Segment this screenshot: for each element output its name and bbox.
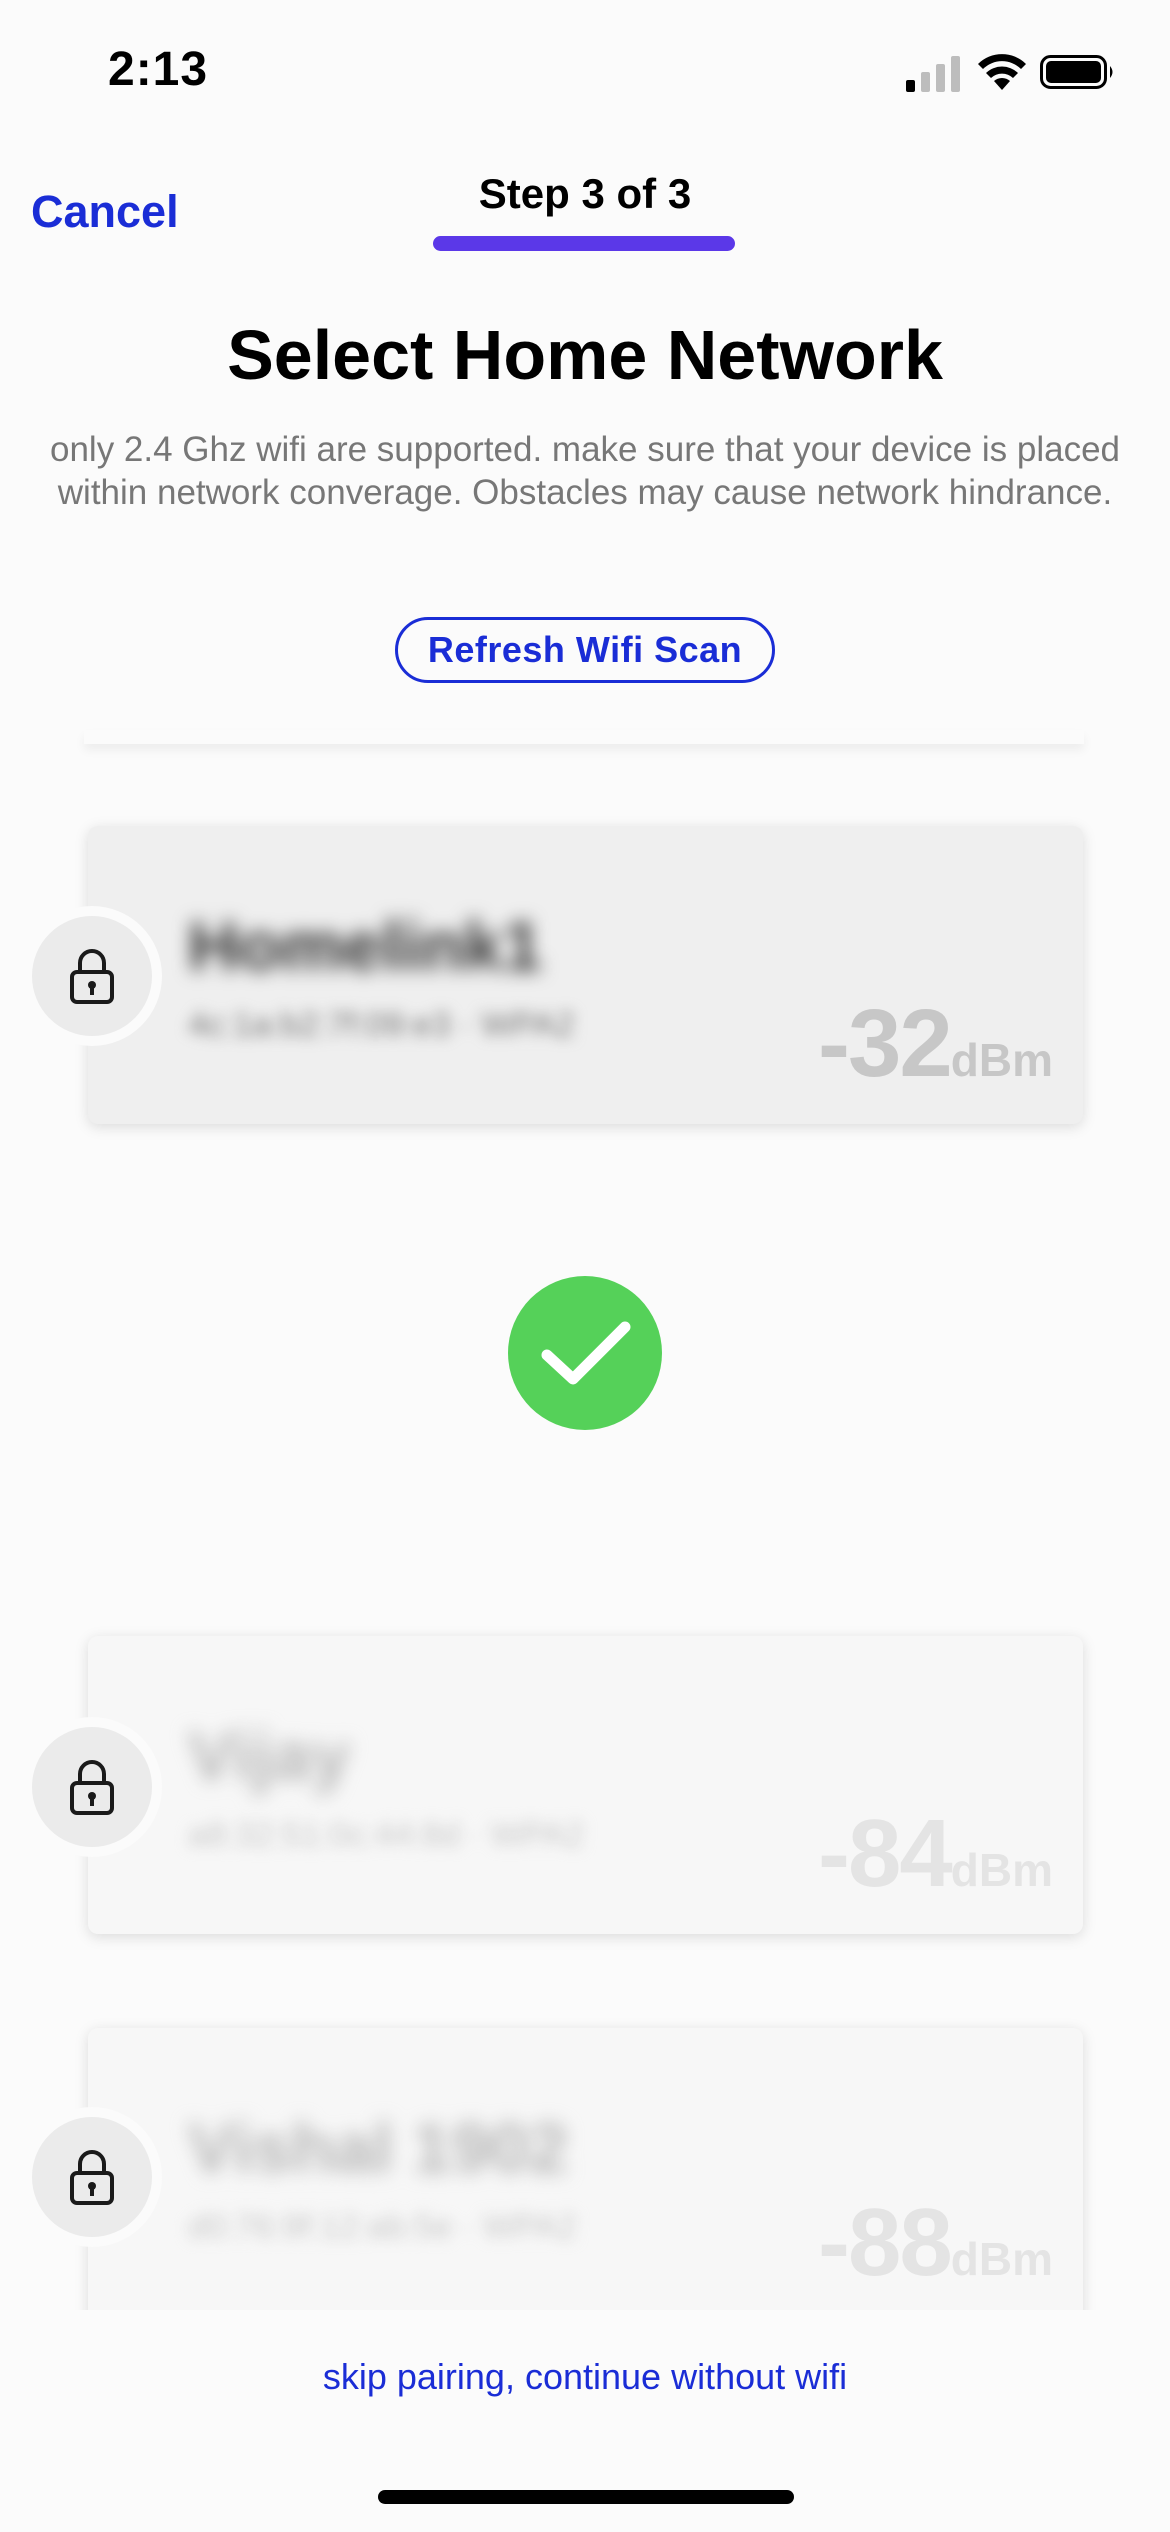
network-detail: d0:76:9f:12:ab:5e · WPA2 — [188, 2208, 577, 2246]
status-time: 2:13 — [108, 43, 209, 96]
network-card-3[interactable]: Vishal 1902 d0:76:9f:12:ab:5e · WPA2 -88… — [88, 2028, 1083, 2338]
network-name: Vijay — [188, 1717, 351, 1795]
network-card-1[interactable]: Homelink1 4c:1a:b2:7f:09:e3 · WPA2 -32dB… — [88, 826, 1083, 1124]
lock-badge — [22, 906, 162, 1046]
network-card-2[interactable]: Vijay a8:32:51:0c:44:8d · WPA2 -84dBm — [88, 1636, 1083, 1934]
page-subtitle: only 2.4 Ghz wifi are supported. make su… — [50, 430, 1120, 512]
network-name: Vishal 1902 — [188, 2109, 569, 2187]
lock-badge-inner — [32, 916, 152, 1036]
lock-badge — [22, 1717, 162, 1857]
refresh-wifi-scan-button[interactable]: Refresh Wifi Scan — [395, 617, 775, 683]
cellular-signal-icon — [906, 56, 960, 92]
network-detail: 4c:1a:b2:7f:09:e3 · WPA2 — [188, 1006, 575, 1044]
status-bar: 2:13 — [0, 0, 1170, 140]
network-detail: a8:32:51:0c:44:8d · WPA2 — [188, 1816, 585, 1854]
lock-badge-inner — [32, 1727, 152, 1847]
signal-unit: dBm — [950, 2233, 1053, 2285]
wifi-icon — [978, 54, 1026, 90]
lock-icon — [70, 1760, 114, 1815]
list-divider — [84, 730, 1084, 744]
step-indicator-label: Step 3 of 3 — [478, 170, 692, 217]
signal-strength: -32dBm — [818, 989, 1053, 1099]
signal-unit: dBm — [950, 1844, 1053, 1896]
signal-value: -88 — [818, 2189, 953, 2296]
signal-value: -32 — [818, 990, 953, 1097]
signal-value: -84 — [818, 1800, 953, 1907]
lock-icon — [70, 2150, 114, 2205]
network-name: Homelink1 — [188, 907, 542, 985]
step-progress-bar — [433, 236, 735, 251]
selected-checkmark — [508, 1276, 662, 1430]
lock-badge-inner — [32, 2117, 152, 2237]
checkmark-icon — [541, 1321, 631, 1385]
lock-badge — [22, 2107, 162, 2247]
skip-pairing-link[interactable]: skip pairing, continue without wifi — [0, 2356, 1170, 2398]
signal-unit: dBm — [950, 1034, 1053, 1086]
signal-strength: -84dBm — [818, 1799, 1053, 1909]
page-title: Select Home Network — [227, 316, 943, 394]
signal-strength: -88dBm — [818, 2188, 1053, 2298]
home-indicator[interactable] — [378, 2490, 794, 2504]
battery-icon — [1040, 55, 1113, 89]
lock-icon — [70, 949, 114, 1004]
